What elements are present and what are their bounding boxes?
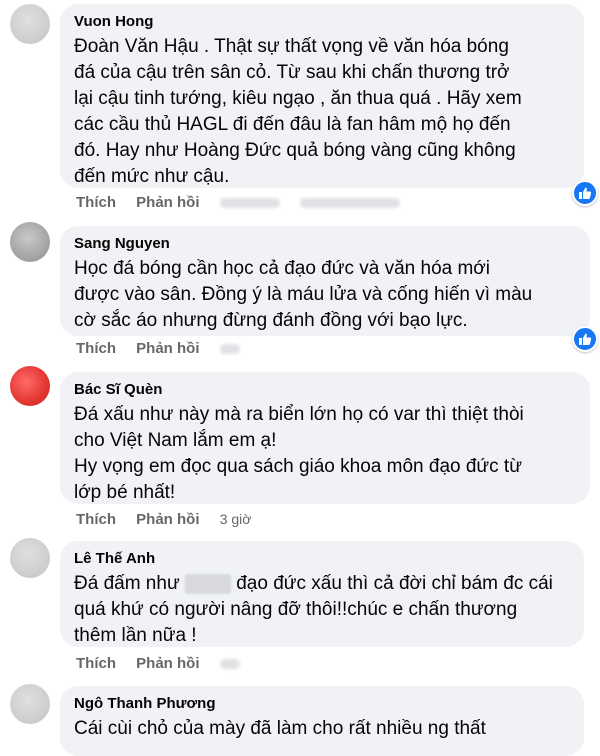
- like-reaction-badge[interactable]: [572, 180, 598, 206]
- commenter-name[interactable]: Bác Sĩ Quèn: [74, 380, 576, 400]
- time-redacted: [219, 659, 240, 670]
- like-button[interactable]: Thích: [76, 655, 116, 672]
- comment-actions: Thích Phản hồi: [76, 655, 256, 672]
- comment-bubble: Vuon Hong Đoàn Văn Hậu . Thật sự thất vọ…: [60, 4, 584, 188]
- avatar[interactable]: [10, 366, 50, 406]
- comment-text: Học đá bóng cần học cả đạo đức và văn hó…: [74, 258, 533, 331]
- like-icon: [579, 333, 592, 345]
- reply-button[interactable]: Phản hồi: [136, 655, 199, 672]
- like-button[interactable]: Thích: [76, 340, 116, 357]
- commenter-name[interactable]: Lê Thế Anh: [74, 549, 570, 569]
- time-redacted: [219, 198, 280, 209]
- comment-text: Đá xấu như này mà ra biển lớn họ có var …: [74, 404, 524, 503]
- comment-actions: Thích Phản hồi: [76, 340, 256, 357]
- reply-button[interactable]: Phản hồi: [136, 511, 199, 528]
- redacted-word: [184, 573, 231, 594]
- meta-redacted: [299, 198, 400, 209]
- comment-text: Cái cùi chỏ của mày đã làm cho rất nhiều…: [74, 718, 486, 739]
- like-icon: [579, 187, 592, 199]
- comment-bubble: Bác Sĩ Quèn Đá xấu như này mà ra biển lớ…: [60, 372, 590, 504]
- comment-actions: Thích Phản hồi 3 giờ: [76, 511, 267, 528]
- like-reaction-badge[interactable]: [572, 326, 598, 352]
- commenter-name[interactable]: Vuon Hong: [74, 12, 570, 32]
- comment-time[interactable]: 3 giờ: [220, 511, 252, 527]
- like-button[interactable]: Thích: [76, 194, 116, 211]
- comment-bubble: Lê Thế Anh Đá đấm như đạo đức xấu thì cả…: [60, 541, 584, 647]
- comment-text: Đoàn Văn Hậu . Thật sự thất vọng về văn …: [74, 36, 522, 187]
- avatar[interactable]: [10, 684, 50, 724]
- avatar[interactable]: [10, 222, 50, 262]
- comment-text: Đá đấm như đạo đức xấu thì cả đời chỉ bá…: [74, 573, 553, 646]
- reply-button[interactable]: Phản hồi: [136, 194, 199, 211]
- comment-bubble: Sang Nguyen Học đá bóng cần học cả đạo đ…: [60, 226, 590, 336]
- comment-bubble: Ngô Thanh Phương Cái cùi chỏ của mày đã …: [60, 686, 584, 756]
- commenter-name[interactable]: Ngô Thanh Phương: [74, 694, 570, 714]
- comment-actions: Thích Phản hồi: [76, 194, 416, 211]
- avatar[interactable]: [10, 538, 50, 578]
- reply-button[interactable]: Phản hồi: [136, 340, 199, 357]
- avatar[interactable]: [10, 4, 50, 44]
- time-redacted: [219, 344, 240, 355]
- like-button[interactable]: Thích: [76, 511, 116, 528]
- commenter-name[interactable]: Sang Nguyen: [74, 234, 576, 254]
